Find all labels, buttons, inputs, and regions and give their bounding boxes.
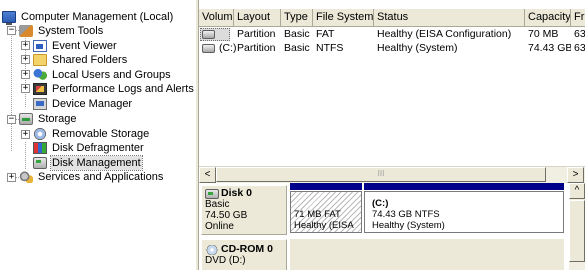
cdrom-area (290, 239, 564, 270)
tree-item-label: Removable Storage (52, 128, 150, 140)
partition-box: 71 MB FAT Healthy (EISA (290, 191, 362, 233)
cell-type: Basic (284, 42, 310, 54)
partition-size-fs: 71 MB FAT (294, 209, 341, 220)
tree-item-label: Device Manager (52, 98, 133, 110)
cdrom-icon (205, 244, 219, 255)
tree-item-disk-defragmenter[interactable]: Disk Defragmenter (33, 141, 145, 155)
expand-perf-logs-button[interactable]: + (21, 84, 30, 93)
tree-item-disk-management[interactable]: Disk Management (33, 155, 143, 171)
expand-removable-storage-button[interactable]: + (21, 130, 30, 139)
tree-item-label: Event Viewer (52, 40, 117, 52)
column-header-capacity[interactable]: Capacity (525, 9, 571, 27)
cell-layout: Partition (237, 42, 276, 54)
column-header-volume[interactable]: Volume (199, 9, 234, 27)
expand-shared-folders-button[interactable]: + (21, 55, 30, 64)
column-header-type[interactable]: Type (281, 9, 313, 27)
tree-item-label: Shared Folders (52, 54, 128, 66)
tools-icon (19, 25, 33, 37)
tree-item-shared-folders[interactable]: Shared Folders (33, 53, 128, 67)
cell-file-system: FAT (316, 28, 335, 40)
removable-storage-icon (33, 128, 47, 140)
tree-item-storage[interactable]: Storage (19, 112, 78, 126)
partition-bar (290, 183, 362, 190)
column-header-free[interactable]: Fr (571, 9, 585, 27)
volume-icon (202, 30, 215, 39)
storage-icon (19, 113, 33, 125)
computer-icon (2, 11, 16, 25)
disk-0-label[interactable]: Disk 0 Basic 74.50 GB Online (201, 185, 287, 235)
expand-event-viewer-button[interactable]: + (21, 41, 30, 50)
collapse-storage-button[interactable]: − (7, 115, 16, 124)
cell-capacity: 70 MB (528, 28, 559, 40)
hard-disk-icon (205, 188, 219, 199)
tree-item-label: Computer Management (Local) (21, 11, 174, 23)
collapse-system-tools-button[interactable]: − (7, 26, 16, 35)
tree-item-perf-logs[interactable]: Performance Logs and Alerts (33, 82, 195, 96)
tree-item-label: Disk Management (50, 155, 143, 171)
console-tree: − + + + + − + + Computer Management (Loc… (0, 0, 195, 270)
defragmenter-icon (33, 142, 47, 154)
tree-item-label: Local Users and Groups (52, 69, 171, 81)
partition-status: Healthy (System) (372, 220, 445, 231)
disk-status: Online (205, 221, 234, 232)
disk-size: 74.50 GB (205, 210, 248, 221)
tree-item-device-manager[interactable]: Device Manager (33, 97, 133, 111)
tree-connector (25, 142, 26, 169)
scroll-thumb[interactable]: III (216, 167, 546, 182)
partition-status: Healthy (EISA (294, 220, 354, 231)
cell-capacity: 74.43 GB (528, 42, 571, 54)
horizontal-scrollbar[interactable]: < III > (199, 166, 585, 183)
partition-bar (364, 183, 564, 190)
tree-item-label: Storage (38, 113, 77, 125)
users-icon (33, 69, 47, 81)
tree-item-removable-storage[interactable]: Removable Storage (33, 127, 150, 141)
tree-item-label: System Tools (38, 25, 104, 37)
disk-graphical-view: Disk 0 Basic 74.50 GB Online 71 MB FAT H… (199, 183, 569, 270)
scroll-right-button[interactable]: > (567, 167, 584, 183)
cell-status: Healthy (EISA Configuration) (377, 28, 512, 40)
cdrom-0-label[interactable]: CD-ROM 0 DVD (D:) (201, 239, 287, 270)
cdrom-name: CD-ROM 0 (221, 243, 273, 255)
disk-type: Basic (205, 199, 230, 210)
cdrom-drive: DVD (D:) (205, 255, 246, 266)
tree-item-label: Disk Defragmenter (52, 142, 144, 154)
tree-connector (11, 16, 12, 151)
event-viewer-icon (33, 40, 47, 52)
tree-item-label: Performance Logs and Alerts (52, 83, 194, 95)
performance-icon (33, 83, 47, 95)
tree-item-event-viewer[interactable]: Event Viewer (33, 39, 118, 53)
volume-icon (202, 44, 215, 53)
partition-box: (C:) 74.43 GB NTFS Healthy (System) (364, 191, 564, 233)
partition-size-fs: 74.43 GB NTFS (372, 209, 440, 220)
vertical-scrollbar[interactable]: ^ (569, 183, 585, 270)
tree-item-system-tools[interactable]: System Tools (19, 24, 104, 38)
services-icon (19, 171, 33, 183)
partition-label: (C:) (372, 198, 389, 209)
column-header-file-system[interactable]: File System (313, 9, 374, 27)
tree-item-local-users[interactable]: Local Users and Groups (33, 68, 172, 82)
vertical-scroll-thumb[interactable] (569, 200, 585, 262)
volume-list: Volume Layout Type File System Status Ca… (199, 9, 585, 166)
disk-management-icon (33, 157, 47, 169)
cell-type: Basic (284, 28, 310, 40)
device-manager-icon (33, 98, 47, 110)
scroll-left-button[interactable]: < (199, 167, 216, 183)
disk-name: Disk 0 (221, 187, 252, 199)
scroll-up-button[interactable]: ^ (569, 183, 585, 199)
cell-status: Healthy (System) (377, 42, 458, 54)
expand-local-users-button[interactable]: + (21, 70, 30, 79)
cell-layout: Partition (237, 28, 276, 40)
tree-item-root[interactable]: Computer Management (Local) (2, 10, 174, 25)
tree-item-services-apps[interactable]: Services and Applications (19, 170, 164, 184)
folder-icon (33, 54, 47, 66)
cell-free: 63 (574, 42, 585, 54)
expand-services-button[interactable]: + (7, 173, 16, 182)
column-header-status[interactable]: Status (374, 9, 525, 27)
tree-item-label: Services and Applications (38, 171, 164, 183)
column-header-layout[interactable]: Layout (234, 9, 281, 27)
cell-free: 63 (574, 28, 585, 40)
cell-file-system: NTFS (316, 42, 344, 54)
